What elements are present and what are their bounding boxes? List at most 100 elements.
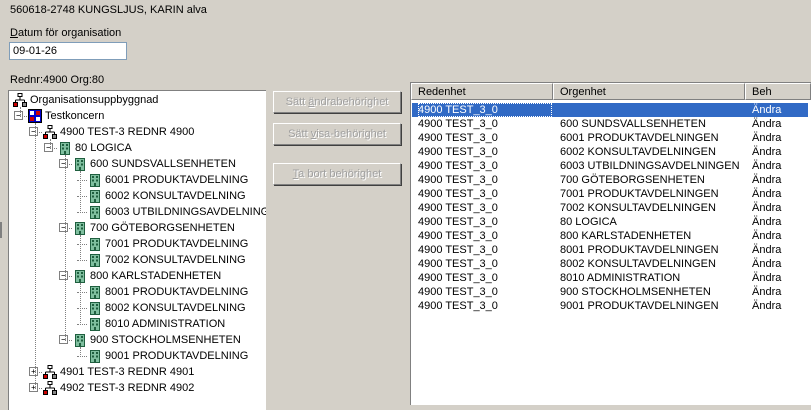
tree-node[interactable]: +4902 TEST-3 REDNR 4902 [9, 380, 266, 396]
collapse-icon[interactable]: − [59, 223, 68, 232]
column-header-orgenhet[interactable]: Orgenhet [553, 83, 745, 100]
tree-node-label[interactable]: 80 LOGICA [75, 140, 132, 156]
tree-node-label[interactable]: 8002 KONSULTAVDELNING [105, 300, 246, 316]
tree-node[interactable]: 7001 PRODUKTAVDELNING [9, 236, 266, 252]
collapse-icon[interactable]: − [59, 271, 68, 280]
collapse-icon[interactable]: − [14, 111, 23, 120]
remove-permission-button[interactable]: Ta bort behörighet [273, 163, 401, 185]
tree-node[interactable]: − 900 STOCKHOLMSENHETEN [9, 332, 266, 348]
building-icon [88, 317, 102, 331]
tree-node-label[interactable]: 900 STOCKHOLMSENHETEN [90, 332, 241, 348]
tree-node-label[interactable]: 6001 PRODUKTAVDELNING [105, 172, 248, 188]
collapse-icon[interactable]: − [29, 127, 38, 136]
tree-node-label[interactable]: 6002 KONSULTAVDELNING [105, 188, 246, 204]
table-row[interactable]: 4900 TEST_3_0 600 SUNDSVALLSENHETEN Ändra [412, 117, 808, 131]
tree-node-label[interactable]: 9001 PRODUKTAVDELNING [105, 348, 248, 364]
cell-beh: Ändra [752, 244, 782, 256]
tree-node[interactable]: 6003 UTBILDNINGSAVDELNING [9, 204, 266, 220]
table-row[interactable]: 4900 TEST_3_0 9001 PRODUKTAVDELNINGEN Ändr… [412, 299, 808, 313]
table-row[interactable]: 4900 TEST_3_0 7002 KONSULTAVDELNINGEN Ändr… [412, 201, 808, 215]
cell-beh: Ändra [752, 118, 782, 130]
tree-node[interactable]: − 4900 TEST-3 REDNR 4900 [9, 124, 266, 140]
org-chart-icon [43, 125, 57, 139]
cell-orgenhet: 6001 PRODUKTAVDELNINGEN [560, 132, 719, 144]
tree-node[interactable]: 8001 PRODUKTAVDELNING [9, 284, 266, 300]
cell-orgenhet: 700 GÖTEBORGSENHETEN [560, 174, 705, 186]
building-icon [88, 173, 102, 187]
table-row-selected[interactable]: 4900 TEST_3_0 Ändra [412, 103, 808, 117]
tree-node[interactable]: 8010 ADMINISTRATION [9, 316, 266, 332]
tree-node-label[interactable]: 4901 TEST-3 REDNR 4901 [60, 364, 194, 380]
cell-redenhet: 4900 TEST_3_0 [418, 174, 498, 186]
tree-node[interactable]: 9001 PRODUKTAVDELNING [9, 348, 266, 364]
building-icon [58, 141, 72, 155]
cell-orgenhet: 7002 KONSULTAVDELNINGEN [560, 202, 716, 214]
cell-orgenhet: 8002 KONSULTAVDELNINGEN [560, 258, 716, 270]
cell-beh: Ändra [752, 272, 782, 284]
cell-beh: Ändra [752, 286, 782, 298]
cell-redenhet: 4900 TEST_3_0 [418, 272, 498, 284]
building-icon [88, 285, 102, 299]
tree-connector [77, 324, 87, 325]
set-change-permission-button[interactable]: Sätt ändrabehörighet [273, 91, 401, 113]
splitter-handle[interactable] [0, 222, 2, 238]
tree-node-label[interactable]: 600 SUNDSVALLSENHETEN [90, 156, 236, 172]
tree-node[interactable]: − 80 LOGICA [9, 140, 266, 156]
tree-node[interactable]: − 700 GÖTEBORGSENHETEN [9, 220, 266, 236]
tree-node[interactable]: − 800 KARLSTADENHETEN [9, 268, 266, 284]
collapse-icon[interactable]: − [59, 335, 68, 344]
cell-beh: Ändra [752, 300, 782, 312]
tree-node-label[interactable]: 7002 KONSULTAVDELNING [105, 252, 246, 268]
set-view-permission-button[interactable]: Sätt visa-behörighet [273, 123, 401, 145]
table-row[interactable]: 4900 TEST_3_0 7001 PRODUKTAVDELNINGEN Ändr… [412, 187, 808, 201]
permission-grid[interactable]: Redenhet Orgenhet Beh 4900 TEST_3_0 Ändra… [410, 82, 811, 405]
table-row[interactable]: 4900 TEST_3_0 8010 ADMINISTRATION Ändra [412, 271, 808, 285]
tree-connector [77, 244, 87, 245]
table-row[interactable]: 4900 TEST_3_0 700 GÖTEBORGSENHETEN Ändra [412, 173, 808, 187]
building-icon [88, 237, 102, 251]
tree-node-label[interactable]: 800 KARLSTADENHETEN [90, 268, 221, 284]
building-icon [73, 333, 87, 347]
cell-beh: Ändra [752, 202, 782, 214]
tree-node-label[interactable]: Organisationsuppbyggnad [30, 92, 158, 108]
date-input[interactable]: 09-01-26 [9, 42, 127, 60]
tree-node-label[interactable]: 700 GÖTEBORGSENHETEN [90, 220, 235, 236]
tree-node-label[interactable]: 6003 UTBILDNINGSAVDELNING [105, 204, 266, 220]
tree-node[interactable]: 7002 KONSULTAVDELNING [9, 252, 266, 268]
tree-node-label[interactable]: 7001 PRODUKTAVDELNING [105, 236, 248, 252]
expand-icon[interactable]: + [29, 367, 38, 376]
table-row[interactable]: 4900 TEST_3_0 6001 PRODUKTAVDELNINGEN Ändr… [412, 131, 808, 145]
table-row[interactable]: 4900 TEST_3_0 8001 PRODUKTAVDELNINGEN Ändr… [412, 243, 808, 257]
column-header-redenhet[interactable]: Redenhet [411, 83, 553, 100]
table-row[interactable]: 4900 TEST_3_0 800 KARLSTADENHETEN Ändra [412, 229, 808, 243]
tree-node[interactable]: 8002 KONSULTAVDELNING [9, 300, 266, 316]
expand-icon[interactable]: + [29, 383, 38, 392]
table-row[interactable]: 4900 TEST_3_0 8002 KONSULTAVDELNINGEN Ändr… [412, 257, 808, 271]
tree-node[interactable]: 6001 PRODUKTAVDELNING [9, 172, 266, 188]
column-header-beh[interactable]: Beh [745, 83, 811, 100]
building-icon [88, 253, 102, 267]
cell-redenhet: 4900 TEST_3_0 [418, 103, 552, 117]
tree-node[interactable]: − Testkoncern [9, 108, 266, 124]
cell-beh: Ändra [752, 174, 782, 186]
table-row[interactable]: 4900 TEST_3_0 6002 KONSULTAVDELNINGEN Ändr… [412, 145, 808, 159]
tree-node[interactable]: Organisationsuppbyggnad [9, 92, 266, 108]
tree-node-label[interactable]: 4900 TEST-3 REDNR 4900 [60, 124, 194, 140]
organisation-tree[interactable]: Organisationsuppbyggnad − Testkoncern −4900… [8, 90, 266, 410]
collapse-icon[interactable]: − [59, 159, 68, 168]
tree-node[interactable]: − 600 SUNDSVALLSENHETEN [9, 156, 266, 172]
table-row[interactable]: 4900 TEST_3_0 80 LOGICA Ändra [412, 215, 808, 229]
building-icon [73, 221, 87, 235]
tree-node[interactable]: +4901 TEST-3 REDNR 4901 [9, 364, 266, 380]
cell-redenhet: 4900 TEST_3_0 [418, 258, 498, 270]
collapse-icon[interactable]: − [44, 143, 53, 152]
cell-beh: Ändra [752, 188, 782, 200]
tree-node[interactable]: 6002 KONSULTAVDELNING [9, 188, 266, 204]
tree-node-label[interactable]: 4902 TEST-3 REDNR 4902 [60, 380, 194, 396]
tree-node-label[interactable]: 8001 PRODUKTAVDELNING [105, 284, 248, 300]
tree-node-label[interactable]: Testkoncern [45, 108, 104, 124]
table-row[interactable]: 4900 TEST_3_0 6003 UTBILDNINGSAVDELNINGEN… [412, 159, 808, 173]
tree-connector [77, 292, 87, 293]
table-row[interactable]: 4900 TEST_3_0 900 STOCKHOLMSENHETEN Ändra [412, 285, 808, 299]
tree-node-label[interactable]: 8010 ADMINISTRATION [105, 316, 225, 332]
